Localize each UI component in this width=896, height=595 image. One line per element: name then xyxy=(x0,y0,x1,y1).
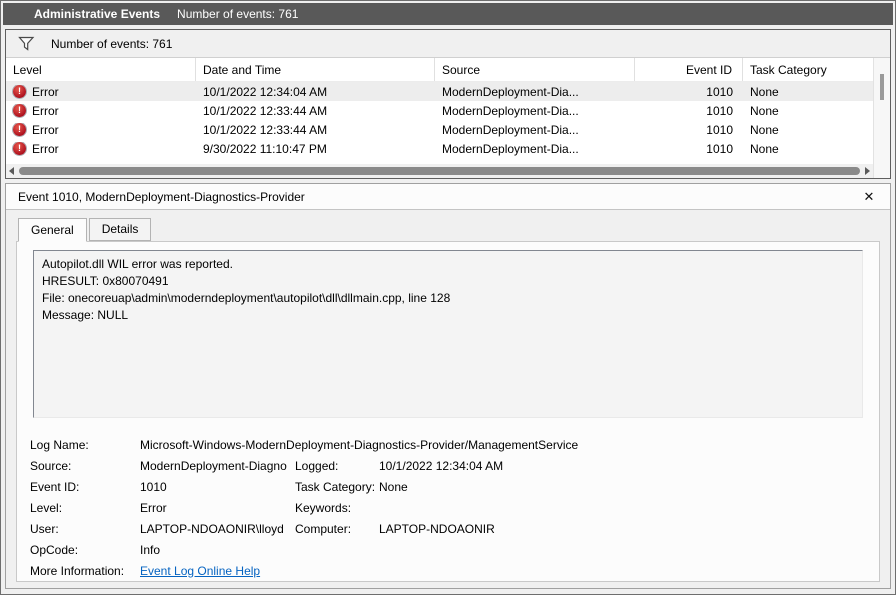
event-description-line: Autopilot.dll WIL error was reported. xyxy=(42,257,233,271)
table-row[interactable]: ! Error 10/1/2022 12:34:04 AM ModernDeplo… xyxy=(6,82,873,101)
detail-pane-title: Event 1010, ModernDeployment-Diagnostics… xyxy=(18,189,305,204)
detail-field-row: Log Name: Microsoft-Windows-ModernDeploy… xyxy=(30,434,863,455)
detail-field-row: Event ID: 1010 Task Category: None xyxy=(30,476,863,497)
detail-pane-header: Event 1010, ModernDeployment-Diagnostics… xyxy=(6,184,890,210)
field-label: Source: xyxy=(30,458,72,473)
table-row[interactable]: ! Error 9/30/2022 11:10:47 PM ModernDeplo… xyxy=(6,139,873,158)
field-value-2: None xyxy=(379,479,408,494)
level-text: Error xyxy=(32,84,59,99)
field-label-2: Keywords: xyxy=(295,500,352,515)
level-text: Error xyxy=(32,103,59,118)
field-value-2: 10/1/2022 12:34:04 AM xyxy=(379,458,504,473)
event-description-line: Message: NULL xyxy=(42,308,129,322)
table-row[interactable]: ! Error 10/1/2022 12:33:44 AM ModernDeplo… xyxy=(6,120,873,139)
page-title: Administrative Events xyxy=(34,7,161,21)
detail-field-row: Source: ModernDeployment-Diagno Logged: … xyxy=(30,455,863,476)
column-header-level[interactable]: Level xyxy=(6,58,196,81)
close-icon[interactable]: ✕ xyxy=(860,189,878,205)
field-value: Microsoft-Windows-ModernDeployment-Diagn… xyxy=(140,437,579,452)
field-label: OpCode: xyxy=(30,542,79,557)
level-text: Error xyxy=(32,122,59,137)
event-list-panel: Number of events: 761 Level Date and Tim… xyxy=(5,29,891,179)
error-icon: ! xyxy=(13,123,26,136)
level-text: Error xyxy=(32,141,59,156)
field-value: Error xyxy=(140,500,167,515)
column-header-task-category[interactable]: Task Category xyxy=(743,58,873,81)
source-cell: ModernDeployment-Dia... xyxy=(442,103,579,118)
vertical-scrollbar[interactable] xyxy=(873,58,890,178)
filter-funnel-icon xyxy=(18,36,35,51)
event-description-box: Autopilot.dll WIL error was reported. HRE… xyxy=(33,250,863,418)
task-category-cell: None xyxy=(750,84,779,99)
event-properties-grid: Log Name: Microsoft-Windows-ModernDeploy… xyxy=(30,434,863,581)
level-cell: ! Error xyxy=(6,104,196,118)
title-events-count: Number of events: 761 xyxy=(177,7,299,21)
table-header: Level Date and Time Source Event ID Task… xyxy=(6,58,873,82)
field-label: User: xyxy=(30,521,59,536)
date-cell: 9/30/2022 11:10:47 PM xyxy=(203,141,327,156)
event-detail-pane: Event 1010, ModernDeployment-Diagnostics… xyxy=(5,183,891,589)
table-body: ! Error 10/1/2022 12:34:04 AM ModernDeplo… xyxy=(6,82,873,164)
event-id-cell: 1010 xyxy=(706,84,733,99)
title-bar: Administrative Events Number of events: … xyxy=(3,3,893,25)
detail-field-row: Level: Error Keywords: xyxy=(30,497,863,518)
column-header-date-and-time[interactable]: Date and Time xyxy=(196,58,435,81)
event-id-cell: 1010 xyxy=(706,122,733,137)
column-header-source[interactable]: Source xyxy=(435,58,635,81)
horizontal-scrollbar[interactable] xyxy=(6,164,873,178)
event-id-cell: 1010 xyxy=(706,141,733,156)
date-cell: 10/1/2022 12:34:04 AM xyxy=(203,84,328,99)
event-viewer-window: Administrative Events Number of events: … xyxy=(0,0,896,595)
tab-general[interactable]: General xyxy=(18,218,87,242)
error-icon: ! xyxy=(13,104,26,117)
field-value: LAPTOP-NDOAONIR\lloyd xyxy=(140,521,284,536)
event-log-online-help-link[interactable]: Event Log Online Help xyxy=(140,564,295,578)
date-cell: 10/1/2022 12:33:44 AM xyxy=(203,122,328,137)
level-cell: ! Error xyxy=(6,142,196,156)
column-header-event-id[interactable]: Event ID xyxy=(635,58,743,81)
source-cell: ModernDeployment-Dia... xyxy=(442,122,579,137)
field-label-2: Task Category: xyxy=(295,479,376,494)
field-value: 1010 xyxy=(140,479,167,494)
field-value: Info xyxy=(140,542,161,557)
field-label: Event ID: xyxy=(30,479,80,494)
event-table: Level Date and Time Source Event ID Task… xyxy=(6,58,890,178)
level-cell: ! Error xyxy=(6,123,196,137)
field-value-2: LAPTOP-NDOAONIR xyxy=(379,521,495,536)
level-cell: ! Error xyxy=(6,85,196,99)
field-label: More Information: xyxy=(30,563,125,578)
field-label: Log Name: xyxy=(30,437,89,452)
error-icon: ! xyxy=(13,85,26,98)
task-category-cell: None xyxy=(750,103,779,118)
event-description-line: File: onecoreuap\admin\moderndeployment\… xyxy=(42,291,451,305)
task-category-cell: None xyxy=(750,122,779,137)
event-table-main: Level Date and Time Source Event ID Task… xyxy=(6,58,873,178)
source-cell: ModernDeployment-Dia... xyxy=(442,141,579,156)
scroll-right-arrow-icon[interactable] xyxy=(865,167,870,175)
detail-field-row: User: LAPTOP-NDOAONIR\lloyd Computer: LA… xyxy=(30,518,863,539)
field-label-2: Logged: xyxy=(295,458,339,473)
filter-summary: Number of events: 761 xyxy=(51,36,173,51)
general-tab-content: Autopilot.dll WIL error was reported. HRE… xyxy=(16,241,880,582)
source-cell: ModernDeployment-Dia... xyxy=(442,84,579,99)
filter-bar[interactable]: Number of events: 761 xyxy=(6,30,890,58)
field-value: ModernDeployment-Diagno xyxy=(140,458,287,473)
detail-tabs: General Details xyxy=(6,210,890,242)
task-category-cell: None xyxy=(750,141,779,156)
scroll-left-arrow-icon[interactable] xyxy=(9,167,14,175)
horizontal-scrollbar-thumb[interactable] xyxy=(19,167,860,175)
event-id-cell: 1010 xyxy=(706,103,733,118)
detail-field-row: More Information: Event Log Online Help xyxy=(30,560,863,581)
detail-field-row: OpCode: Info xyxy=(30,539,863,560)
date-cell: 10/1/2022 12:33:44 AM xyxy=(203,103,328,118)
vertical-scrollbar-thumb[interactable] xyxy=(880,74,884,100)
table-row[interactable]: ! Error 10/1/2022 12:33:44 AM ModernDeplo… xyxy=(6,101,873,120)
error-icon: ! xyxy=(13,142,26,155)
field-label: Level: xyxy=(30,500,63,515)
event-description-line: HRESULT: 0x80070491 xyxy=(42,274,169,288)
field-label-2: Computer: xyxy=(295,521,352,536)
tab-details[interactable]: Details xyxy=(88,218,152,241)
